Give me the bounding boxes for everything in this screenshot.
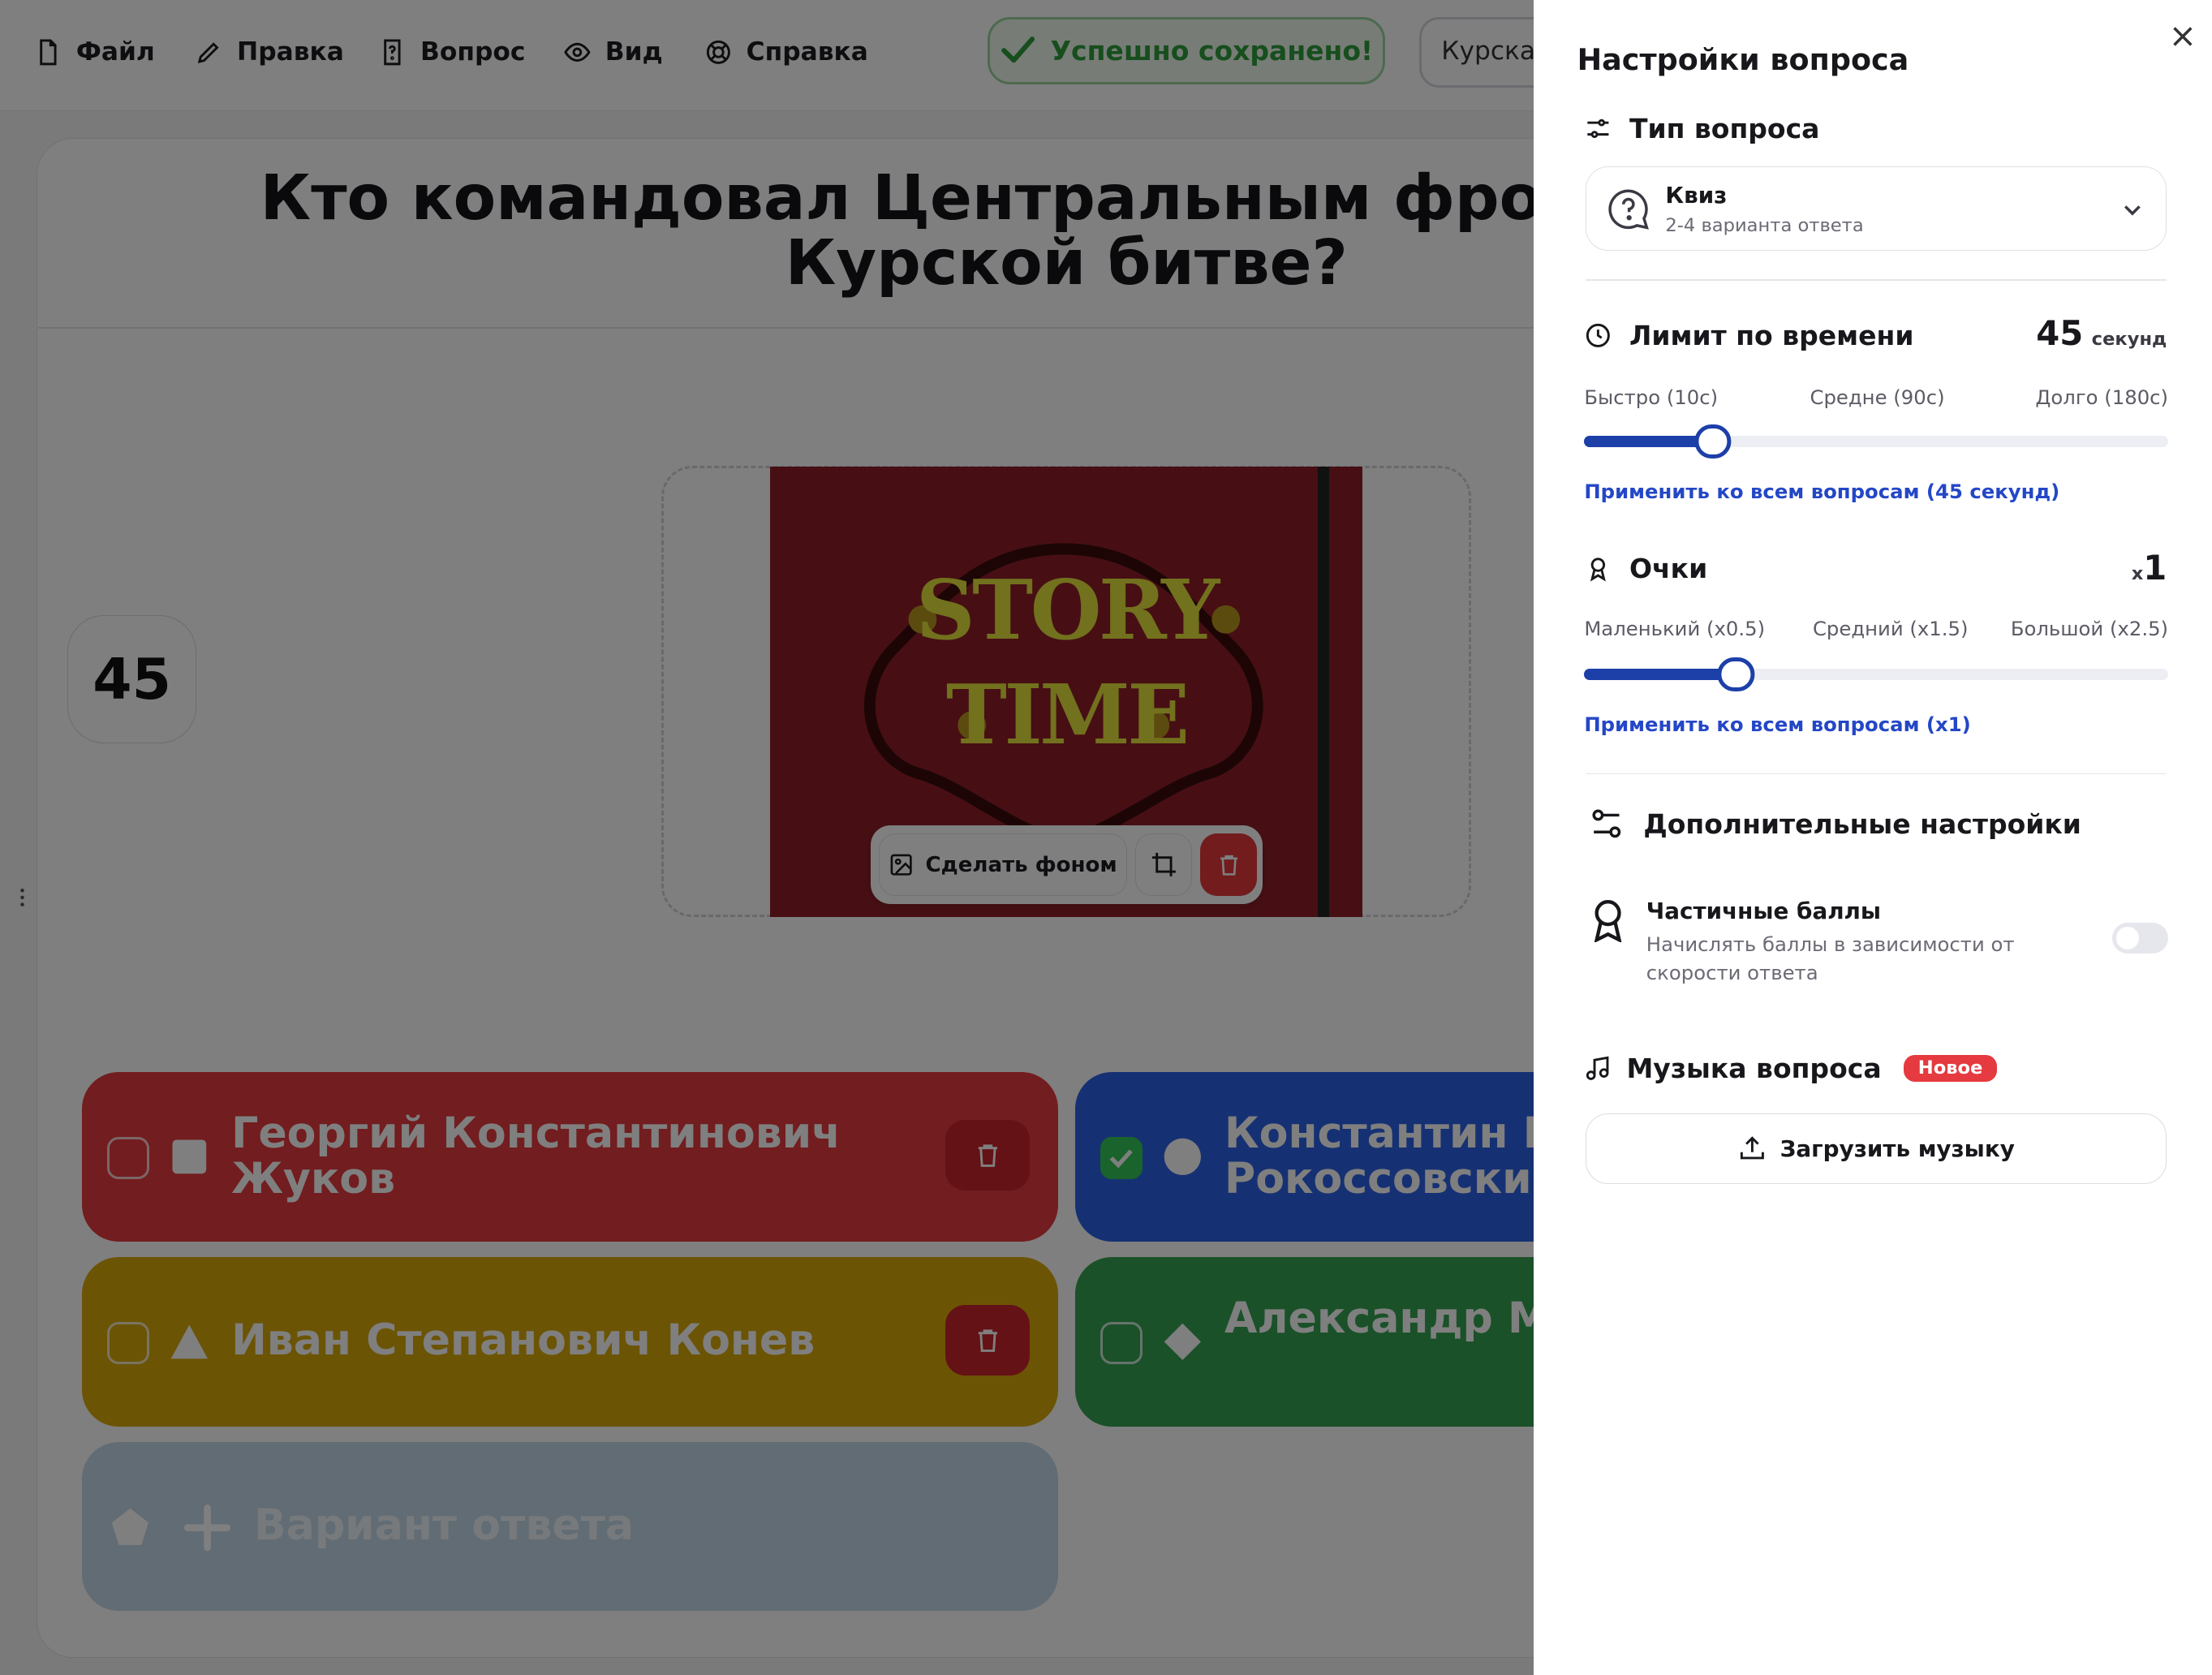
- apply-time-all-link[interactable]: Применить ко всем вопросам (45 секунд): [1584, 480, 2059, 503]
- new-badge: Новое: [1904, 1054, 1997, 1082]
- panel-title: Настройки вопроса: [1577, 42, 1909, 78]
- slider-thumb[interactable]: [1717, 657, 1755, 691]
- close-icon: [2172, 27, 2193, 46]
- divider: [1586, 279, 2167, 281]
- points-prefix: x: [2131, 562, 2144, 584]
- upload-music-button[interactable]: Загрузить музыку: [1586, 1113, 2167, 1184]
- question-type-sub: 2-4 варианта ответа: [1665, 215, 1864, 237]
- upload-music-label: Загрузить музыку: [1779, 1135, 2015, 1162]
- question-type-header: Тип вопроса: [1584, 110, 1819, 147]
- tick-label[interactable]: Средне (90с): [1810, 385, 1944, 409]
- settings-toggle-icon: [1592, 809, 1621, 838]
- points-value: x 1: [2132, 548, 2167, 588]
- tick-label[interactable]: Быстро (10с): [1584, 385, 1718, 409]
- close-panel-button[interactable]: [2166, 19, 2200, 54]
- points-slider[interactable]: [1584, 657, 2169, 691]
- question-type-name: Квиз: [1665, 181, 1728, 209]
- award-icon: [1590, 558, 1607, 582]
- music-header: Музыка вопроса Новое: [1584, 1052, 1997, 1084]
- tick-label[interactable]: Средний (x1.5): [1813, 617, 1969, 640]
- settings-panel: Настройки вопроса Тип вопроса Квиз 2-4 в…: [1533, 0, 2212, 1675]
- advanced-settings-title: Дополнительные настройки: [1643, 807, 2081, 840]
- tick-label[interactable]: Большой (x2.5): [2011, 617, 2168, 640]
- slider-fill: [1584, 669, 1736, 680]
- music-note-icon: [1586, 1056, 1609, 1080]
- advanced-settings-header[interactable]: Дополнительные настройки: [1590, 807, 2081, 841]
- tick-label[interactable]: Долго (180с): [2035, 385, 2168, 409]
- question-music-card: Музыка вопроса Новое Загрузить музыку: [1564, 1027, 2200, 1207]
- ribbon-icon: [1594, 899, 1622, 943]
- partial-points-setting: Частичные баллы Начислять баллы в зависи…: [1590, 894, 2182, 996]
- points-label: Очки: [1629, 553, 1708, 585]
- partial-points-toggle[interactable]: [2111, 922, 2169, 954]
- time-limit-value: 45 секунд: [2036, 313, 2167, 353]
- upload-icon: [1740, 1136, 1764, 1160]
- apply-points-all-link[interactable]: Применить ко всем вопросам (x1): [1584, 713, 1970, 736]
- slider-fill: [1584, 436, 1713, 448]
- sliders-icon: [1587, 118, 1609, 138]
- divider: [1586, 773, 2167, 775]
- partial-points-title: Частичные баллы: [1646, 897, 1882, 924]
- time-limit-header: Лимит по времени: [1584, 317, 1913, 354]
- clock-icon: [1586, 324, 1611, 348]
- time-limit-label: Лимит по времени: [1629, 320, 1914, 352]
- slider-thumb[interactable]: [1694, 424, 1732, 459]
- chevron-down-icon: [2124, 205, 2141, 216]
- music-title: Музыка вопроса: [1626, 1052, 1882, 1084]
- question-bubble-icon: [1608, 189, 1650, 230]
- time-limit-unit: секунд: [2091, 328, 2167, 350]
- time-limit-slider[interactable]: [1584, 424, 2169, 459]
- points-header: Очки: [1584, 550, 1707, 587]
- time-limit-number: 45: [2036, 312, 2084, 353]
- question-type-select[interactable]: Квиз 2-4 варианта ответа: [1586, 166, 2167, 252]
- partial-points-desc: Начислять баллы в зависимости от скорост…: [1646, 932, 2015, 985]
- question-type-label: Тип вопроса: [1629, 112, 1820, 144]
- points-number: 1: [2143, 547, 2167, 588]
- tick-label[interactable]: Маленький (x0.5): [1584, 617, 1765, 640]
